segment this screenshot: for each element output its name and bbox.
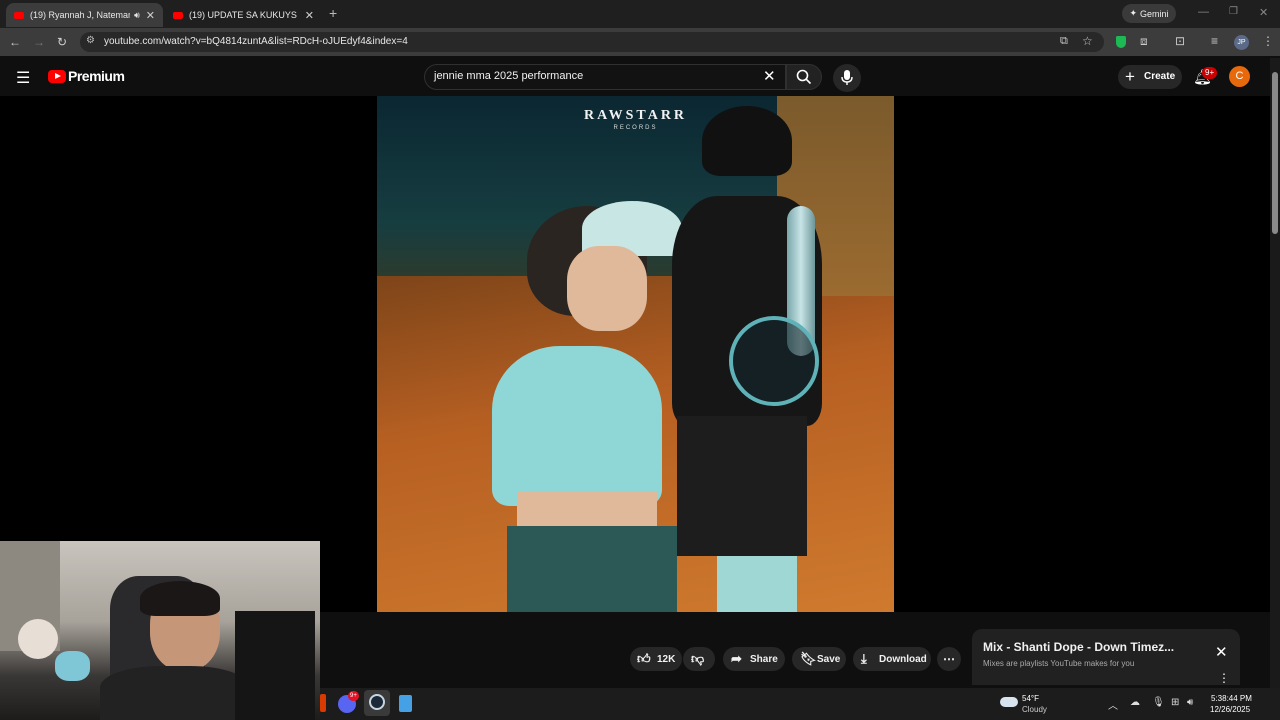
records-subbrand: RECORDS: [613, 125, 658, 131]
streamer-shirt: [100, 666, 250, 720]
create-button[interactable]: + Create: [1118, 65, 1182, 89]
video-frame[interactable]: RAWSTARR RECORDS: [377, 96, 894, 612]
forward-arrow-icon[interactable]: →: [31, 34, 47, 50]
teal-top: [492, 346, 662, 506]
clear-search-icon[interactable]: ✕: [763, 67, 776, 85]
minimize-icon[interactable]: —: [1198, 6, 1209, 18]
share-arrow-icon: ➦: [731, 651, 742, 666]
tab-search-icon[interactable]: ⊡: [1175, 34, 1185, 48]
close-window-icon[interactable]: ✕: [1259, 6, 1268, 19]
app-icon-partial[interactable]: [320, 694, 326, 712]
speaker-icon[interactable]: 🔊︎: [134, 10, 140, 21]
like-button[interactable]: 👍︎ 12K: [630, 647, 682, 671]
streamer-hair: [140, 581, 220, 616]
clock-time[interactable]: 5:38:44 PM: [1211, 694, 1252, 703]
profile-avatar[interactable]: JP: [1234, 35, 1249, 50]
new-tab-button[interactable]: +: [329, 5, 337, 21]
steam-icon: [369, 694, 385, 710]
restore-icon[interactable]: ❐: [1229, 6, 1238, 17]
browser-menu-icon[interactable]: ⋮: [1262, 34, 1274, 48]
thumbs-up-icon: 👍︎: [637, 651, 651, 666]
search-icon: [796, 69, 812, 85]
tab-title: (19) UPDATE SA KUKUYS NEW: [189, 10, 299, 20]
hamburger-menu-icon[interactable]: ☰: [16, 68, 30, 88]
close-tab-icon[interactable]: ✕: [305, 9, 314, 22]
youtube-logo-icon[interactable]: [48, 70, 66, 83]
plus-icon: +: [1125, 67, 1135, 86]
microphone-icon: [841, 70, 853, 85]
volume-icon[interactable]: 🔊︎: [1187, 697, 1193, 708]
tab-title: (19) Ryannah J, Nateman -: [30, 10, 131, 20]
share-label: Share: [750, 654, 778, 665]
account-avatar[interactable]: C: [1229, 66, 1250, 87]
thumbs-down-icon: 👎︎: [691, 651, 705, 666]
ball-decoration: [18, 619, 58, 659]
download-button[interactable]: ⤓ Download: [853, 647, 931, 671]
more-horizontal-icon: ⋯: [943, 652, 955, 666]
like-count: 12K: [657, 654, 676, 665]
site-info-icon[interactable]: ⚙: [86, 35, 95, 46]
microphone-tray-icon[interactable]: 🎙︎: [1152, 697, 1165, 708]
reload-icon[interactable]: ↻: [54, 34, 70, 50]
steam-taskbar-button[interactable]: [364, 690, 390, 716]
bookmark-icon: 🔖︎: [800, 651, 817, 666]
scrollbar-thumb[interactable]: [1272, 72, 1278, 234]
share-button[interactable]: ➦ Share: [723, 647, 785, 671]
plush-toy: [55, 651, 90, 681]
mix-playlist-panel[interactable]: Mix - Shanti Dope - Down Timez... Mixes …: [972, 629, 1240, 685]
close-tab-icon[interactable]: ✕: [146, 9, 155, 22]
shield-extension-icon[interactable]: [1116, 36, 1126, 48]
install-app-icon[interactable]: ⧉: [1060, 35, 1068, 48]
download-label: Download: [879, 654, 927, 665]
url-text: youtube.com/watch?v=bQ4814zuntA&list=RDc…: [104, 36, 408, 47]
create-label: Create: [1144, 71, 1176, 82]
sparkle-icon: ✦: [1129, 8, 1138, 18]
youtube-premium-logo[interactable]: Premium: [68, 68, 125, 84]
save-button[interactable]: 🔖︎ Save: [792, 647, 846, 671]
mix-more-icon[interactable]: ⋮: [1218, 671, 1230, 685]
discord-badge: 9+: [348, 691, 359, 701]
gemini-button[interactable]: ✦ Gemini: [1122, 4, 1176, 23]
search-query: jennie mma 2025 performance: [434, 70, 584, 82]
save-label: Save: [817, 654, 841, 665]
weather-desc[interactable]: Cloudy: [1022, 705, 1047, 714]
notifications-badge: 9+: [1202, 67, 1218, 79]
weather-temp[interactable]: 54°F: [1022, 694, 1039, 703]
woman-face: [567, 246, 647, 331]
tab-ryannah[interactable]: (19) Ryannah J, Nateman - 🔊︎ ✕: [6, 3, 163, 27]
browser-tab-bar: (19) Ryannah J, Nateman - 🔊︎ ✕ (19) UPDA…: [0, 0, 1280, 28]
close-mix-icon[interactable]: ✕: [1215, 643, 1228, 661]
cloud-weather-icon: [1000, 697, 1018, 707]
mix-subtitle: Mixes are playlists YouTube makes for yo…: [983, 659, 1135, 668]
notepad-icon[interactable]: [399, 695, 412, 712]
extensions-puzzle-icon[interactable]: ⧈: [1140, 34, 1148, 49]
dislike-button[interactable]: 👎︎: [683, 647, 715, 671]
voice-search-button[interactable]: [833, 64, 861, 92]
onedrive-icon[interactable]: ☁: [1130, 697, 1140, 708]
clock-date[interactable]: 12/26/2025: [1210, 705, 1250, 714]
gemini-label: Gemini: [1140, 8, 1169, 19]
mix-title[interactable]: Mix - Shanti Dope - Down Timez...: [983, 640, 1174, 654]
white-socks: [717, 556, 797, 612]
tab-update-kukuys[interactable]: (19) UPDATE SA KUKUYS NEW ✕: [165, 3, 322, 27]
youtube-favicon-icon: [173, 11, 183, 19]
rawstarr-brand: RAWSTARR: [583, 108, 688, 123]
green-pants: [507, 526, 677, 612]
tray-chevron-icon[interactable]: ︿: [1108, 697, 1118, 712]
reading-list-icon[interactable]: ≡: [1211, 34, 1218, 48]
webcam-overlay: [0, 541, 320, 720]
shelf-items: [235, 611, 315, 720]
youtube-favicon-icon: [14, 11, 24, 19]
more-actions-button[interactable]: ⋯: [937, 647, 961, 671]
bookmark-star-icon[interactable]: ☆: [1082, 34, 1093, 48]
black-shorts: [677, 416, 807, 556]
midriff: [517, 491, 657, 531]
pop-filter: [729, 316, 819, 406]
download-icon: ⤓: [861, 651, 867, 666]
back-arrow-icon[interactable]: ←: [7, 34, 23, 50]
search-button[interactable]: [786, 64, 822, 90]
network-icon[interactable]: ⊞: [1171, 697, 1179, 708]
